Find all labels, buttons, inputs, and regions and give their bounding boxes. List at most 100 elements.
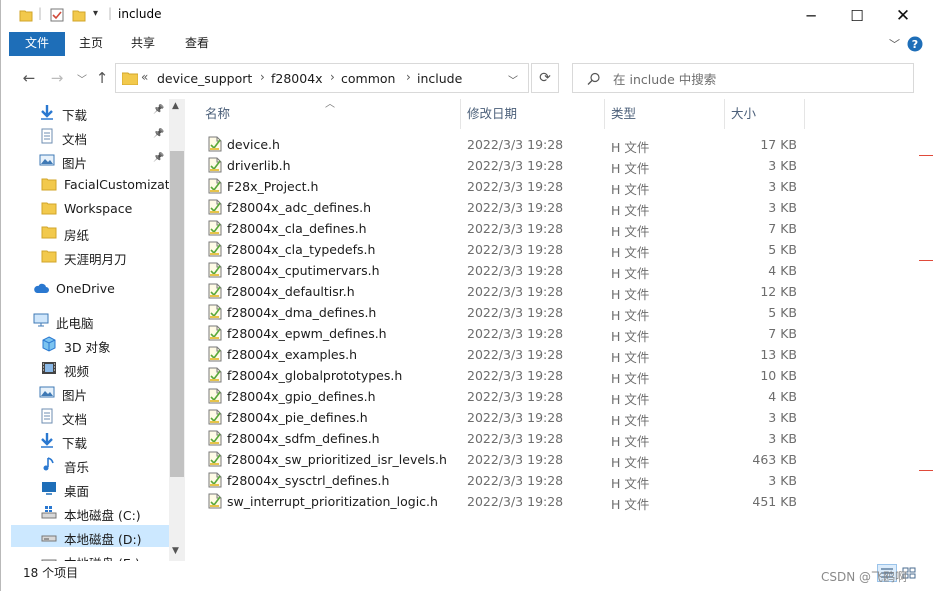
nav-item-label: 音乐	[64, 460, 90, 475]
folder-icon[interactable]	[19, 8, 33, 22]
tab-home[interactable]: 主页	[69, 32, 113, 56]
file-list[interactable]: ︿ 名称 修改日期 类型 大小 device.h 2022/3/3 19:28 H …	[199, 99, 919, 561]
nav-item[interactable]: OneDrive	[11, 277, 169, 299]
nav-item[interactable]: 视频	[11, 357, 169, 379]
file-row[interactable]: f28004x_sysctrl_defines.h 2022/3/3 19:28 H…	[199, 470, 799, 491]
nav-item[interactable]: Workspace	[11, 197, 169, 219]
address-bar[interactable]: « device_support › f28004x › common › in…	[115, 63, 529, 93]
scroll-down-arrow-icon[interactable]: ▼	[172, 546, 179, 556]
column-header-type[interactable]: 类型	[611, 103, 636, 127]
minimize-button[interactable]: ─	[788, 0, 834, 32]
document-icon	[41, 408, 53, 424]
pin-icon[interactable]: 📌	[153, 153, 164, 163]
file-row[interactable]: f28004x_cla_defines.h 2022/3/3 19:28 H 文件 7…	[199, 218, 799, 239]
customize-toolbar-dropdown-icon[interactable]: ▾	[93, 8, 98, 19]
file-row[interactable]: f28004x_examples.h 2022/3/3 19:28 H 文件 13 K…	[199, 344, 799, 365]
search-icon	[587, 72, 600, 85]
refresh-button[interactable]: ⟳	[531, 63, 559, 93]
breadcrumb-include[interactable]: include	[417, 71, 462, 86]
refresh-icon: ⟳	[539, 70, 551, 86]
file-row[interactable]: sw_interrupt_prioritization_logic.h 2022/…	[199, 491, 799, 512]
nav-item[interactable]: FacialCustomization	[11, 173, 169, 195]
file-name: f28004x_examples.h	[227, 347, 358, 362]
column-divider[interactable]	[604, 99, 605, 129]
navigation-pane[interactable]: 下载 📌 文档 📌 图片 📌 FacialCustomization Workspace 房纸天…	[11, 99, 169, 561]
nav-item[interactable]: 本地磁盘 (E:)	[11, 549, 169, 561]
recent-locations-button[interactable]: ﹀	[71, 67, 93, 89]
overflow-chevron-icon[interactable]: «	[141, 70, 148, 84]
close-button[interactable]: ✕	[880, 0, 926, 32]
nav-item[interactable]: 文档	[11, 405, 169, 427]
nav-item[interactable]: 房纸	[11, 221, 169, 243]
tab-share[interactable]: 共享	[121, 32, 165, 56]
nav-item[interactable]: 文档 📌	[11, 125, 169, 147]
scrollbar-thumb[interactable]	[170, 151, 184, 477]
minimize-icon: ─	[806, 7, 816, 25]
back-button[interactable]: ←	[18, 67, 40, 89]
file-row[interactable]: f28004x_epwm_defines.h 2022/3/3 19:28 H 文件…	[199, 323, 799, 344]
file-row[interactable]: device.h 2022/3/3 19:28 H 文件 17 KB	[199, 134, 799, 155]
file-date: 2022/3/3 19:28	[467, 158, 564, 173]
help-icon[interactable]: ?	[907, 36, 923, 52]
up-button[interactable]: ↑	[91, 67, 113, 89]
file-row[interactable]: f28004x_cputimervars.h 2022/3/3 19:28 H 文件…	[199, 260, 799, 281]
expand-ribbon-chevron-icon[interactable]: ﹀	[889, 36, 900, 52]
navigation-scrollbar[interactable]: ▲ ▼	[169, 99, 185, 561]
breadcrumb-device-support[interactable]: device_support	[157, 71, 252, 86]
nav-item[interactable]: 下载	[11, 429, 169, 451]
file-name: f28004x_cla_defines.h	[227, 221, 367, 236]
music-note-icon	[43, 457, 54, 471]
pin-icon[interactable]: 📌	[153, 105, 164, 115]
file-size: 3 KB	[768, 179, 797, 194]
maximize-button[interactable]: ☐	[834, 0, 880, 32]
file-name: f28004x_cputimervars.h	[227, 263, 380, 278]
breadcrumb-separator-icon[interactable]: ›	[406, 70, 411, 84]
nav-item[interactable]: 下载 📌	[11, 101, 169, 123]
column-header-size[interactable]: 大小	[731, 103, 756, 127]
nav-item[interactable]: 音乐	[11, 453, 169, 475]
scroll-up-arrow-icon[interactable]: ▲	[172, 101, 179, 111]
column-divider[interactable]	[804, 99, 805, 129]
nav-item[interactable]: 桌面	[11, 477, 169, 499]
header-file-icon	[208, 283, 222, 299]
nav-item[interactable]: 天涯明月刀	[11, 245, 169, 267]
folder-icon	[41, 226, 57, 239]
file-row[interactable]: f28004x_cla_typedefs.h 2022/3/3 19:28 H 文件…	[199, 239, 799, 260]
file-row[interactable]: f28004x_sw_prioritized_isr_levels.h 2022/…	[199, 449, 799, 470]
column-divider[interactable]	[724, 99, 725, 129]
breadcrumb-separator-icon[interactable]: ›	[330, 70, 335, 84]
file-row[interactable]: f28004x_pie_defines.h 2022/3/3 19:28 H 文件 3…	[199, 407, 799, 428]
file-row[interactable]: driverlib.h 2022/3/3 19:28 H 文件 3 KB	[199, 155, 799, 176]
column-divider[interactable]	[460, 99, 461, 129]
file-row[interactable]: f28004x_dma_defines.h 2022/3/3 19:28 H 文件 5…	[199, 302, 799, 323]
file-row[interactable]: F28x_Project.h 2022/3/3 19:28 H 文件 3 KB	[199, 176, 799, 197]
desktop-icon	[42, 482, 56, 495]
nav-item[interactable]: 图片	[11, 381, 169, 403]
forward-button[interactable]: →	[46, 67, 68, 89]
sort-ascending-icon: ︿	[325, 99, 335, 110]
address-history-chevron-icon[interactable]: ﹀	[508, 72, 518, 87]
file-row[interactable]: f28004x_gpio_defines.h 2022/3/3 19:28 H 文件…	[199, 386, 799, 407]
file-row[interactable]: f28004x_sdfm_defines.h 2022/3/3 19:28 H 文件…	[199, 428, 799, 449]
file-row[interactable]: f28004x_globalprototypes.h 2022/3/3 19:28…	[199, 365, 799, 386]
file-row[interactable]: f28004x_adc_defines.h 2022/3/3 19:28 H 文件 3…	[199, 197, 799, 218]
column-header-date[interactable]: 修改日期	[467, 103, 517, 127]
properties-icon[interactable]	[50, 8, 64, 22]
nav-item[interactable]: 图片 📌	[11, 149, 169, 171]
nav-item[interactable]: 此电脑	[11, 309, 169, 331]
file-row[interactable]: f28004x_defaultisr.h 2022/3/3 19:28 H 文件 12…	[199, 281, 799, 302]
search-input[interactable]	[611, 69, 905, 89]
breadcrumb-common[interactable]: common	[341, 71, 395, 86]
nav-item-label: 此电脑	[56, 316, 94, 331]
new-folder-icon[interactable]	[72, 8, 86, 22]
nav-item[interactable]: 3D 对象	[11, 333, 169, 355]
breadcrumb-f28004x[interactable]: f28004x	[271, 71, 323, 86]
nav-item[interactable]: 本地磁盘 (C:)	[11, 501, 169, 523]
search-box[interactable]	[572, 63, 914, 93]
pin-icon[interactable]: 📌	[153, 129, 164, 139]
column-header-name[interactable]: 名称	[205, 103, 230, 127]
tab-file[interactable]: 文件	[9, 32, 65, 56]
nav-item[interactable]: 本地磁盘 (D:)	[11, 525, 169, 547]
tab-view[interactable]: 查看	[175, 32, 219, 56]
breadcrumb-separator-icon[interactable]: ›	[260, 70, 265, 84]
